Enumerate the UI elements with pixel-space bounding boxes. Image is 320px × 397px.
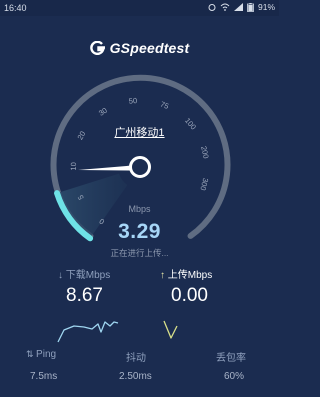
gauge-tick-label: 30 xyxy=(97,106,109,118)
packet-loss-label: 丢包率 xyxy=(216,353,246,364)
upload-arrow-icon: ↑ xyxy=(160,270,168,281)
wifi-icon xyxy=(220,3,230,11)
gauge-tick-label: 300 xyxy=(198,177,210,191)
server-name[interactable]: 广州移动1 xyxy=(0,124,279,140)
speed-unit: Mbps xyxy=(128,204,151,214)
upload-sparkline xyxy=(163,320,178,339)
battery-percentage: 91% xyxy=(257,2,275,12)
gauge-needle xyxy=(78,165,132,171)
upload-label-text: 上传Mbps xyxy=(167,270,213,281)
battery-icon xyxy=(247,2,254,12)
alarm-icon xyxy=(208,4,216,11)
upload-value: 0.00 xyxy=(171,285,208,306)
jitter-label: 抖动 xyxy=(126,353,146,364)
test-status: 正在进行上传... xyxy=(110,248,169,258)
download-arrow-icon: ↓ xyxy=(58,270,66,281)
ping-icon: ⇅ xyxy=(26,349,37,359)
gspeedtest-logo-icon xyxy=(89,41,105,55)
download-value: 8.67 xyxy=(66,285,103,306)
jitter-value: 2.50ms xyxy=(119,371,152,382)
app-header: GSpeedtest xyxy=(0,40,279,56)
gauge-hub xyxy=(129,156,151,178)
gauge-tick-label: 75 xyxy=(159,99,170,110)
download-label-text: 下载Mbps xyxy=(65,270,111,281)
signal-icon xyxy=(233,3,243,11)
app-name: GSpeedtest xyxy=(109,40,190,56)
current-speed: 3.29 xyxy=(118,220,161,243)
download-sparkline xyxy=(57,321,119,343)
status-icons: 91% xyxy=(208,2,275,12)
upload-label: ↑ 上传Mbps xyxy=(160,266,212,281)
status-bar: 16:40 91% xyxy=(0,0,279,16)
ping-value: 7.5ms xyxy=(30,371,58,382)
gauge-tick-label: 200 xyxy=(199,145,211,159)
ping-label-text: Ping xyxy=(36,349,57,360)
ping-label: ⇅ Ping xyxy=(26,349,56,360)
download-label: ↓ 下载Mbps xyxy=(58,266,110,281)
gauge-tick-label: 10 xyxy=(69,162,78,170)
packet-loss-value: 60% xyxy=(224,371,245,382)
gauge-tick-label: 50 xyxy=(128,96,137,106)
status-time: 16:40 xyxy=(4,3,27,13)
